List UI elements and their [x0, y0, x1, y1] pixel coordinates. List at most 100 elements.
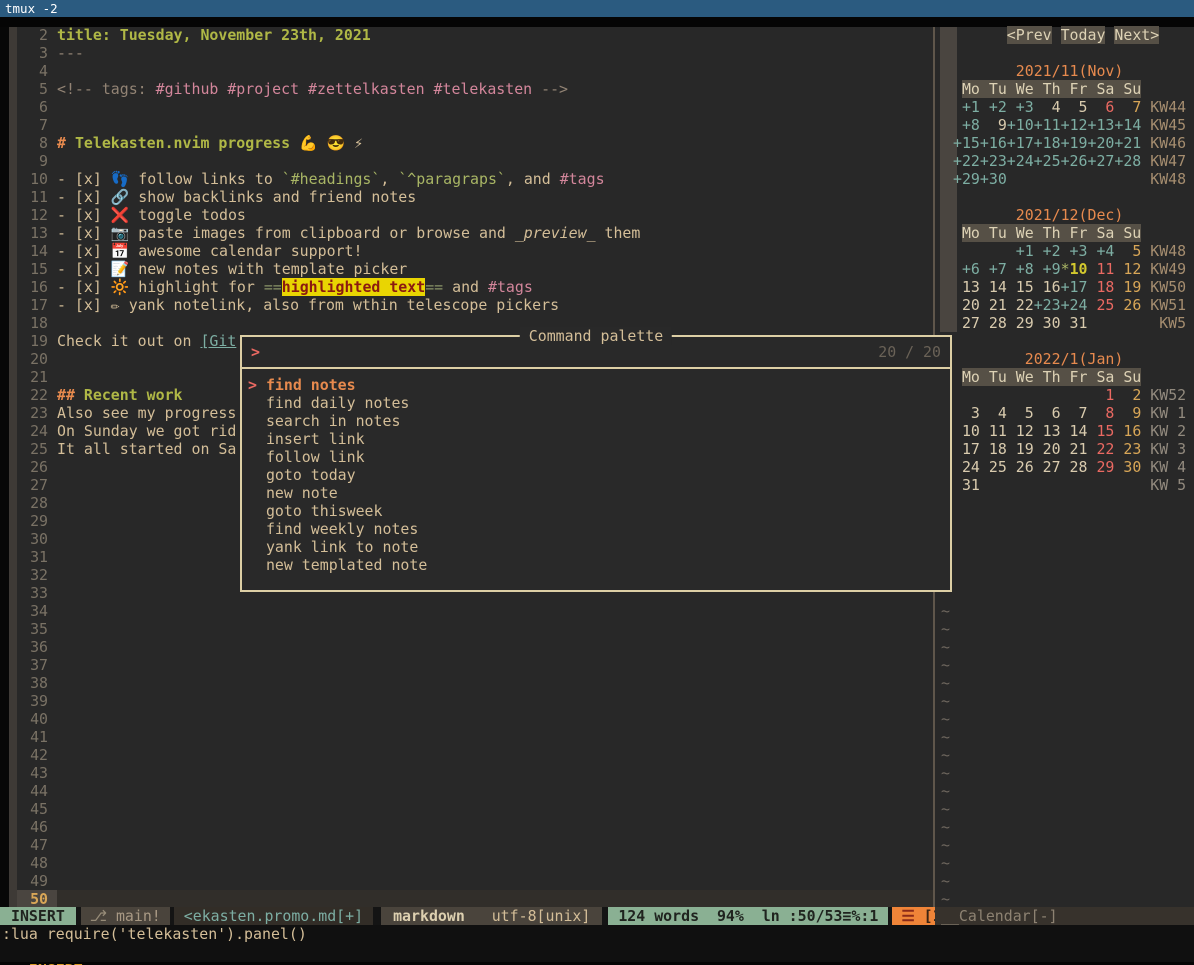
editor-line[interactable]: 10- [x] 👣 follow links to `#headings`, `… — [17, 170, 933, 188]
editor-line[interactable]: 37 — [17, 656, 933, 674]
calendar-day[interactable]: +15+16+17+18+19+20+21 — [953, 134, 1141, 152]
palette-item[interactable]: > find notes — [248, 376, 950, 394]
calendar-day[interactable]: 9 — [980, 116, 1007, 134]
selection-caret-icon — [248, 394, 266, 412]
calendar-day[interactable]: +29+30 — [953, 170, 1007, 188]
editor-line[interactable]: 13- [x] 📷 paste images from clipboard or… — [17, 224, 933, 242]
left-margin — [0, 27, 9, 908]
calendar-next-button[interactable]: Next> — [1114, 26, 1159, 44]
calendar-day[interactable]: +6 +7 +8 +9 — [953, 260, 1061, 278]
editor-line[interactable]: 34 — [17, 602, 933, 620]
calendar-day[interactable]: 27 28 29 30 31 — [953, 314, 1087, 332]
calendar-day[interactable]: 18 — [1088, 278, 1115, 296]
calendar-day[interactable]: 20 21 22 — [953, 296, 1034, 314]
editor-line[interactable]: 46 — [17, 818, 933, 836]
calendar-day[interactable]: 3 4 5 6 7 — [953, 404, 1087, 422]
editor-line[interactable]: 38 — [17, 674, 933, 692]
calendar-day[interactable]: +23+24 — [1034, 296, 1088, 314]
calendar-day[interactable]: 4 5 — [1034, 98, 1088, 116]
calendar-row — [953, 530, 1186, 548]
calendar-day[interactable]: 25 — [1087, 296, 1114, 314]
calendar-day[interactable]: 30 — [1114, 458, 1141, 476]
calendar-day[interactable]: 24 25 26 27 28 — [953, 458, 1087, 476]
editor-line[interactable]: 47 — [17, 836, 933, 854]
calendar-day[interactable]: 11 — [1096, 260, 1114, 278]
calendar-day[interactable]: 8 — [1087, 404, 1114, 422]
calendar-day[interactable]: 12 — [1123, 260, 1141, 278]
palette-item[interactable]: yank link to note — [248, 538, 950, 556]
editor-line[interactable]: 11- [x] 🔗 show backlinks and friend note… — [17, 188, 933, 206]
calendar-day[interactable]: 31 — [953, 476, 980, 494]
calendar-day[interactable]: 15 — [1087, 422, 1114, 440]
calendar-day[interactable]: 1 — [1087, 386, 1114, 404]
calendar-day[interactable]: +22+23+24+25+26+27+28 — [953, 152, 1141, 170]
editor-line[interactable]: 18 — [17, 314, 933, 332]
calendar-day[interactable]: 13 14 15 16 — [953, 278, 1061, 296]
editor-line[interactable]: 36 — [17, 638, 933, 656]
editor-line[interactable]: 9 — [17, 152, 933, 170]
editor-line[interactable]: 3--- — [17, 44, 933, 62]
palette-item[interactable]: insert link — [248, 430, 950, 448]
editor-line[interactable]: 50 — [17, 890, 933, 908]
editor-line[interactable]: 40 — [17, 710, 933, 728]
calendar-day[interactable]: 16 — [1114, 422, 1141, 440]
calendar-day[interactable]: 9 — [1114, 404, 1141, 422]
calendar-prev-button[interactable]: <Prev — [1007, 26, 1052, 44]
editor-line[interactable]: 45 — [17, 800, 933, 818]
calendar-day[interactable]: 29 — [1087, 458, 1114, 476]
editor-line[interactable]: 7 — [17, 116, 933, 134]
left-scrollbar[interactable] — [9, 27, 17, 908]
palette-item[interactable]: find daily notes — [248, 394, 950, 412]
calendar-pane[interactable]: <Prev Today Next> 2021/11(Nov) Mo Tu We … — [953, 26, 1186, 908]
palette-results[interactable]: > find notes find daily notes search in … — [242, 369, 950, 574]
palette-item[interactable]: follow link — [248, 448, 950, 466]
calendar-day[interactable]: +1 +2 +3 +4 — [1007, 242, 1115, 260]
calendar-day[interactable]: 17 18 19 20 21 — [953, 440, 1087, 458]
calendar-day[interactable]: * — [1061, 260, 1070, 278]
editor-line[interactable]: 16- [x] 🔆 highlight for ==highlighted te… — [17, 278, 933, 296]
command-palette[interactable]: Command palette > 20 / 20 > find notes f… — [240, 335, 952, 592]
editor-line[interactable]: 17- [x] ✏ yank notelink, also from wthin… — [17, 296, 933, 314]
calendar-day[interactable]: 10 11 12 13 14 — [953, 422, 1087, 440]
calendar-empty-line: ~ — [953, 602, 1186, 620]
palette-item[interactable]: new templated note — [248, 556, 950, 574]
editor-line[interactable]: 44 — [17, 782, 933, 800]
palette-item[interactable]: goto thisweek — [248, 502, 950, 520]
command-line[interactable]: :lua require('telekasten').panel() — [0, 925, 1194, 943]
calendar-day[interactable]: 23 — [1114, 440, 1141, 458]
palette-item[interactable]: new note — [248, 484, 950, 502]
palette-item[interactable]: find weekly notes — [248, 520, 950, 538]
editor-line[interactable]: 43 — [17, 764, 933, 782]
editor-line[interactable]: 41 — [17, 728, 933, 746]
calendar-week-number: KW 1 — [1141, 404, 1186, 422]
calendar-day[interactable]: 19 — [1114, 278, 1141, 296]
calendar-day[interactable]: 26 — [1114, 296, 1141, 314]
empty-line-tilde: ~ — [941, 836, 950, 854]
calendar-day[interactable]: 7 — [1114, 98, 1141, 116]
editor-line[interactable]: 2title: Tuesday, November 23th, 2021 — [17, 26, 933, 44]
calendar-day[interactable]: 2 — [1114, 386, 1141, 404]
calendar-day[interactable]: 10 — [1070, 260, 1088, 278]
editor-line[interactable]: 14- [x] 📅 awesome calendar support! — [17, 242, 933, 260]
calendar-day[interactable]: +1 +2 +3 — [953, 98, 1034, 116]
calendar-day[interactable]: 22 — [1087, 440, 1114, 458]
palette-item[interactable]: goto today — [248, 466, 950, 484]
editor-line[interactable]: 15- [x] 📝 new notes with template picker — [17, 260, 933, 278]
editor-line[interactable]: 49 — [17, 872, 933, 890]
editor-line[interactable]: 48 — [17, 854, 933, 872]
palette-item[interactable]: search in notes — [248, 412, 950, 430]
editor-line[interactable]: 5<!-- tags: #github #project #zettelkast… — [17, 80, 933, 98]
editor-line[interactable]: 6 — [17, 98, 933, 116]
calendar-today-button[interactable]: Today — [1061, 26, 1106, 44]
editor-line[interactable]: 39 — [17, 692, 933, 710]
editor-line[interactable]: 4 — [17, 62, 933, 80]
editor-line[interactable]: 35 — [17, 620, 933, 638]
calendar-day[interactable]: +8 — [953, 116, 980, 134]
calendar-day[interactable]: +17 — [1061, 278, 1088, 296]
editor-line[interactable]: 42 — [17, 746, 933, 764]
editor-line[interactable]: 8# Telekasten.nvim progress 💪 😎 ⚡ — [17, 134, 933, 152]
calendar-day[interactable]: +10+11+12+13+14 — [1007, 116, 1141, 134]
editor-line[interactable]: 12- [x] ❌ toggle todos — [17, 206, 933, 224]
calendar-day[interactable]: 5 — [1114, 242, 1141, 260]
calendar-day[interactable]: 6 — [1087, 98, 1114, 116]
